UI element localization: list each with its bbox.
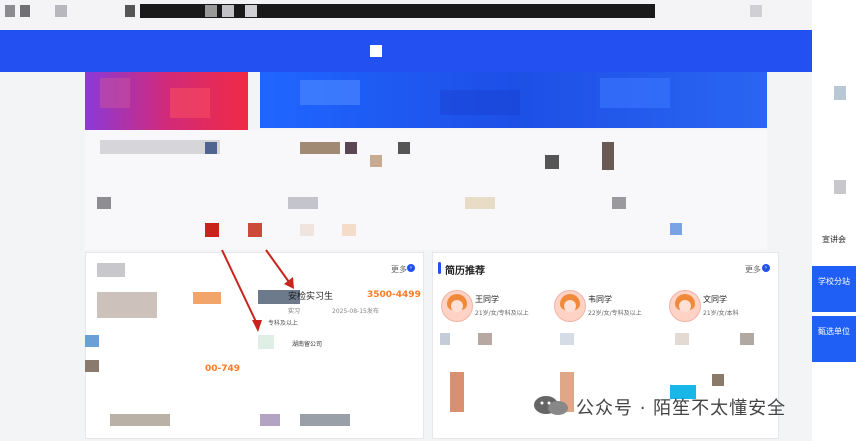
candidate-name: 王同学 — [475, 295, 499, 304]
avatar-icon — [554, 290, 586, 322]
candidate-meta: 22岁/女/专科及以上 — [588, 310, 642, 317]
wechat-icon — [534, 396, 568, 415]
chevron-right-icon[interactable]: › — [762, 264, 770, 272]
watermark-text: 公众号 · 陌笙不太懂安全 — [576, 398, 787, 419]
side-nav-school-branch[interactable]: 学校分站 — [812, 266, 856, 312]
resume-more-link[interactable]: 更多 — [745, 264, 761, 275]
blurred-block — [450, 372, 464, 412]
section-accent-bar — [438, 262, 441, 274]
side-nav-item[interactable]: 宣讲会 — [812, 234, 856, 245]
blurred-block — [560, 333, 574, 345]
resume-section-title: 简历推荐 — [445, 266, 485, 277]
blurred-block — [834, 180, 846, 194]
candidate-name: 韦同学 — [588, 295, 612, 304]
arrow-head-1-icon — [252, 320, 262, 332]
blurred-block — [440, 333, 450, 345]
arrow-line-1 — [221, 249, 259, 327]
blurred-block — [712, 374, 724, 386]
arrow-line-2 — [265, 249, 290, 283]
blurred-block — [675, 333, 689, 345]
avatar-icon — [669, 290, 701, 322]
avatar-icon — [441, 290, 473, 322]
blurred-block — [740, 333, 754, 345]
blurred-block — [478, 333, 492, 345]
candidate-card[interactable]: 王同学 21岁/女/专科及以上 — [437, 284, 545, 326]
candidate-name: 文同学 — [703, 295, 727, 304]
side-nav-recruiting-unit[interactable]: 甄选单位 — [812, 316, 856, 362]
blurred-block — [834, 86, 846, 100]
candidate-card[interactable]: 文同学 21岁/女/本科 — [665, 284, 773, 326]
side-nav — [812, 0, 856, 441]
candidate-card[interactable]: 韦同学 22岁/女/专科及以上 — [550, 284, 658, 326]
candidate-meta: 21岁/女/本科 — [703, 310, 739, 317]
candidate-meta: 21岁/女/专科及以上 — [475, 310, 529, 317]
watermark: 公众号 · 陌笙不太懂安全 — [532, 393, 832, 419]
